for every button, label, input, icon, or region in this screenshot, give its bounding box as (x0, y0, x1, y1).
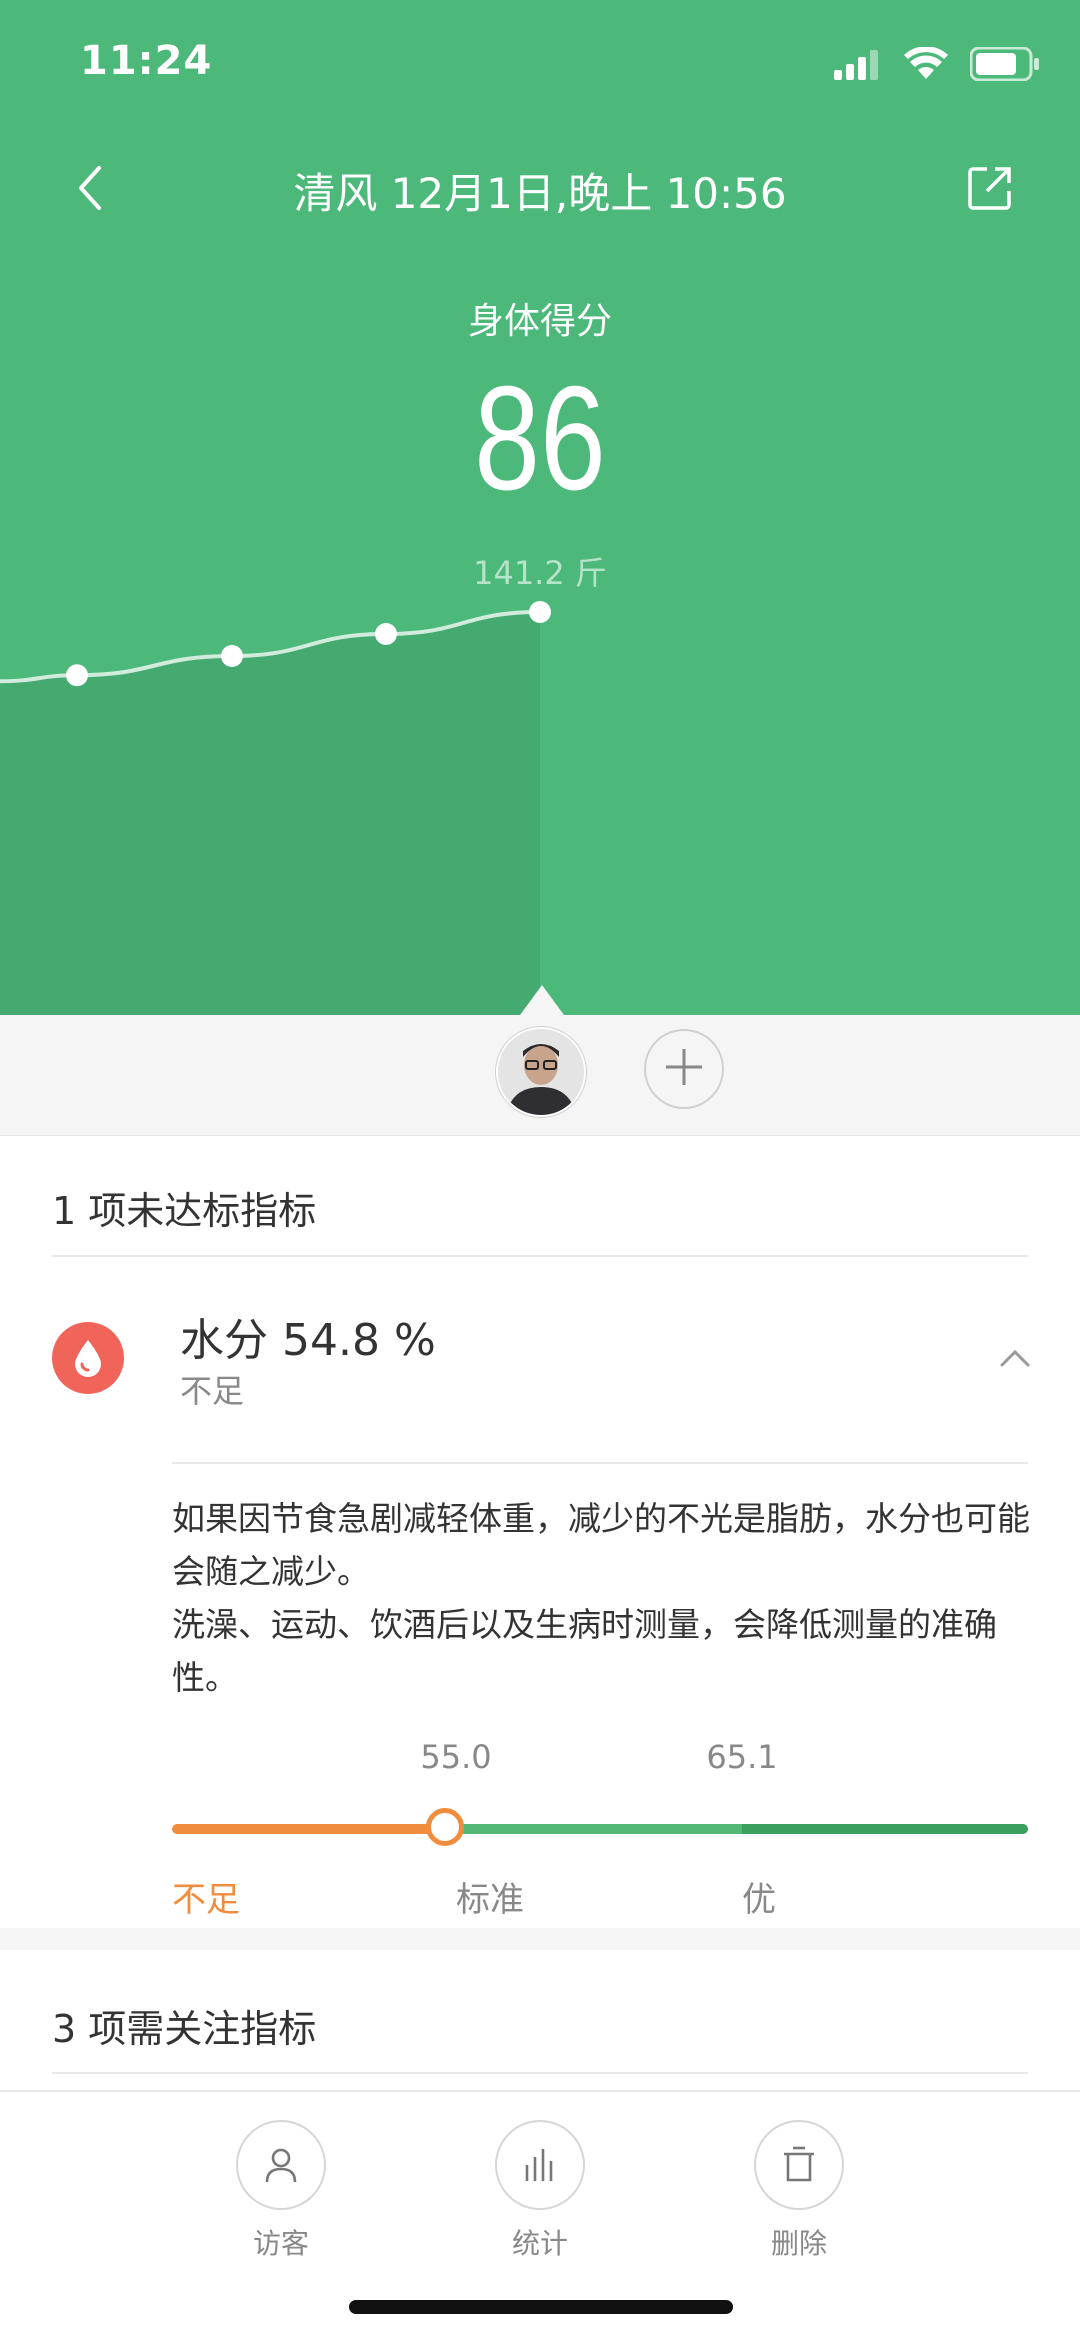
chevron-up-icon (999, 1348, 1031, 1372)
add-user-button[interactable] (644, 1029, 724, 1109)
status-time: 11:24 (80, 38, 213, 84)
home-indicator[interactable] (349, 2300, 733, 2314)
range-label-standard: 标准 (456, 1880, 524, 1920)
unmet-section-title: 1 项未达标指标 (52, 1189, 317, 1233)
trend-point[interactable] (221, 645, 243, 667)
threshold-high: 65.1 (706, 1738, 778, 1776)
trend-point[interactable] (375, 623, 397, 645)
item-divider (172, 1462, 1028, 1464)
range-marker (425, 1808, 464, 1846)
range-label-excellent: 优 (742, 1880, 776, 1920)
indicator-description: 如果因节食急剧减轻体重，减少的不光是脂肪，水分也可能会随之减少。 洗澡、运动、饮酒… (172, 1492, 1032, 1704)
share-icon (967, 165, 1013, 215)
tab-label: 删除 (770, 2227, 827, 2260)
range-label-low: 不足 (172, 1880, 240, 1920)
tab-delete[interactable]: 删除 (729, 2120, 869, 2262)
user-switcher (0, 1015, 1080, 1136)
tab-visitor[interactable]: 访客 (211, 2120, 351, 2262)
tab-label: 统计 (511, 2227, 568, 2260)
page-title: 清风 12月1日,晚上 10:56 (293, 169, 787, 218)
avatar[interactable] (496, 1027, 586, 1117)
range-segment-excellent (742, 1824, 1028, 1834)
weight-trend-chart[interactable] (0, 560, 1080, 1015)
range-segment-low (172, 1824, 456, 1834)
trend-point[interactable] (66, 664, 88, 687)
plus-icon (664, 1047, 704, 1091)
trash-icon (754, 2120, 844, 2210)
water-range-bar (172, 1824, 1028, 1834)
indicator-status: 不足 (180, 1372, 245, 1410)
indicator-name: 水分 54.8 % (180, 1315, 436, 1366)
tab-label: 访客 (252, 2227, 309, 2260)
share-button[interactable] (960, 160, 1020, 220)
selection-pointer (520, 985, 564, 1015)
bar-chart-icon (495, 2120, 585, 2210)
description-line: 如果因节食急剧减轻体重，减少的不光是脂肪，水分也可能会随之减少。 (172, 1499, 1030, 1591)
signal-icon (834, 48, 882, 84)
water-drop-icon (52, 1322, 124, 1394)
wifi-icon (904, 46, 948, 85)
section-divider (52, 2072, 1028, 2074)
collapse-button[interactable] (990, 1340, 1040, 1380)
range-segment-standard (456, 1824, 742, 1834)
section-gap (0, 1928, 1080, 1950)
attention-section-title: 3 项需关注指标 (52, 2007, 317, 2051)
battery-icon (969, 46, 1040, 85)
threshold-low: 55.0 (420, 1738, 492, 1776)
tab-statistics[interactable]: 统计 (470, 2120, 610, 2262)
status-icons (834, 46, 1040, 86)
score-label: 身体得分 (467, 301, 612, 342)
section-divider (52, 1255, 1028, 1257)
person-icon (236, 2120, 326, 2210)
app-screen: 11:24 清风 12月1日,晚上 10:56 身体得分 86 141.2 斤 … (0, 0, 1080, 2339)
body-score-header: 11:24 清风 12月1日,晚上 10:56 身体得分 86 141.2 斤 (0, 0, 1080, 1015)
score-value: 86 (474, 356, 606, 521)
description-line: 洗澡、运动、饮酒后以及生病时测量，会降低测量的准确性。 (172, 1605, 997, 1697)
trend-point[interactable] (529, 601, 551, 623)
